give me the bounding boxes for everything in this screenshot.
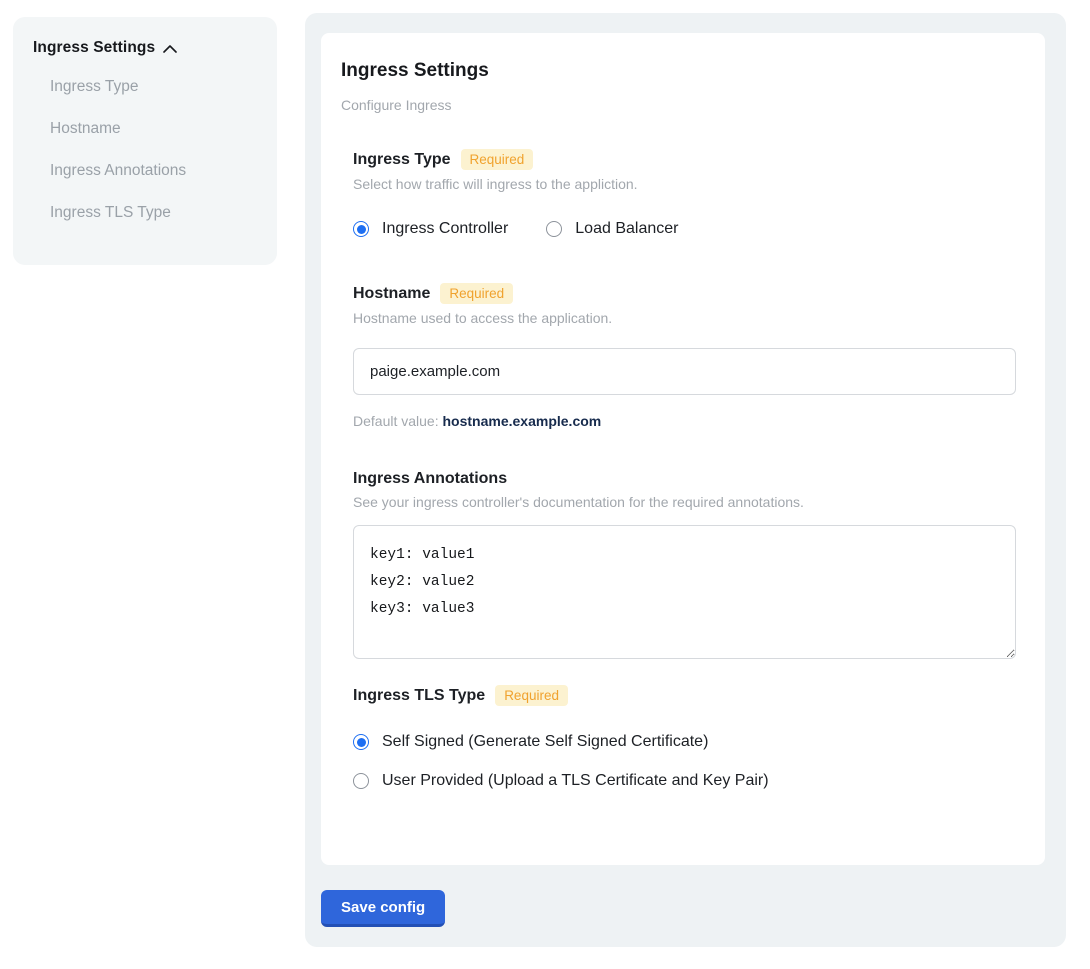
hostname-input[interactable] xyxy=(353,348,1016,395)
sidebar-item-hostname[interactable]: Hostname xyxy=(33,108,257,150)
sidebar-item-ingress-annotations[interactable]: Ingress Annotations xyxy=(33,150,257,192)
section-ingress-annotations: Ingress Annotations See your ingress con… xyxy=(353,470,1015,659)
chevron-up-icon xyxy=(163,45,177,53)
required-badge: Required xyxy=(495,685,568,706)
radio-option-load-balancer[interactable]: Load Balancer xyxy=(546,220,678,238)
radio-selected-icon xyxy=(353,221,369,237)
radio-label-ingress-controller: Ingress Controller xyxy=(382,220,508,238)
radio-option-ingress-controller[interactable]: Ingress Controller xyxy=(353,220,508,238)
required-badge: Required xyxy=(461,149,534,170)
section-hostname: Hostname Required Hostname used to acces… xyxy=(353,283,1015,429)
section-ingress-tls-type: Ingress TLS Type Required Self Signed (G… xyxy=(353,685,1015,790)
page-subtitle: Configure Ingress xyxy=(341,97,1015,113)
required-badge: Required xyxy=(440,283,513,304)
settings-panel: Ingress Settings Configure Ingress Ingre… xyxy=(305,13,1066,947)
sidebar-section-toggle[interactable]: Ingress Settings xyxy=(33,39,257,57)
page: Ingress Settings Ingress Type Hostname I… xyxy=(0,0,1090,969)
hostname-help: Hostname used to access the application. xyxy=(353,310,1015,326)
radio-label-self-signed: Self Signed (Generate Self Signed Certif… xyxy=(382,733,708,751)
radio-label-load-balancer: Load Balancer xyxy=(575,220,678,238)
ingress-annotations-textarea[interactable] xyxy=(353,525,1016,659)
hostname-default-line: Default value: hostname.example.com xyxy=(353,413,1015,429)
ingress-tls-type-label: Ingress TLS Type xyxy=(353,687,485,705)
settings-card: Ingress Settings Configure Ingress Ingre… xyxy=(321,33,1045,865)
save-config-button[interactable]: Save config xyxy=(321,890,445,927)
section-ingress-type: Ingress Type Required Select how traffic… xyxy=(353,149,1015,238)
ingress-annotations-help: See your ingress controller's documentat… xyxy=(353,494,1015,510)
ingress-type-help: Select how traffic will ingress to the a… xyxy=(353,176,1015,192)
radio-option-self-signed[interactable]: Self Signed (Generate Self Signed Certif… xyxy=(353,733,1015,751)
sidebar-item-list: Ingress Type Hostname Ingress Annotation… xyxy=(33,66,257,234)
default-value-text: hostname.example.com xyxy=(443,413,602,429)
page-title: Ingress Settings xyxy=(341,60,1015,82)
ingress-type-label: Ingress Type xyxy=(353,151,451,169)
sidebar-section-title: Ingress Settings xyxy=(33,39,155,57)
radio-selected-icon xyxy=(353,734,369,750)
radio-label-user-provided: User Provided (Upload a TLS Certificate … xyxy=(382,772,769,790)
ingress-type-radio-group: Ingress Controller Load Balancer xyxy=(353,220,1015,238)
sidebar-item-ingress-tls-type[interactable]: Ingress TLS Type xyxy=(33,192,257,234)
tls-type-radio-group: Self Signed (Generate Self Signed Certif… xyxy=(353,733,1015,790)
sidebar-item-ingress-type[interactable]: Ingress Type xyxy=(33,66,257,108)
hostname-label: Hostname xyxy=(353,285,430,303)
ingress-annotations-label: Ingress Annotations xyxy=(353,470,507,488)
radio-unselected-icon xyxy=(353,773,369,789)
radio-unselected-icon xyxy=(546,221,562,237)
settings-sidebar: Ingress Settings Ingress Type Hostname I… xyxy=(13,17,277,265)
radio-option-user-provided[interactable]: User Provided (Upload a TLS Certificate … xyxy=(353,772,1015,790)
default-value-label: Default value: xyxy=(353,413,443,429)
